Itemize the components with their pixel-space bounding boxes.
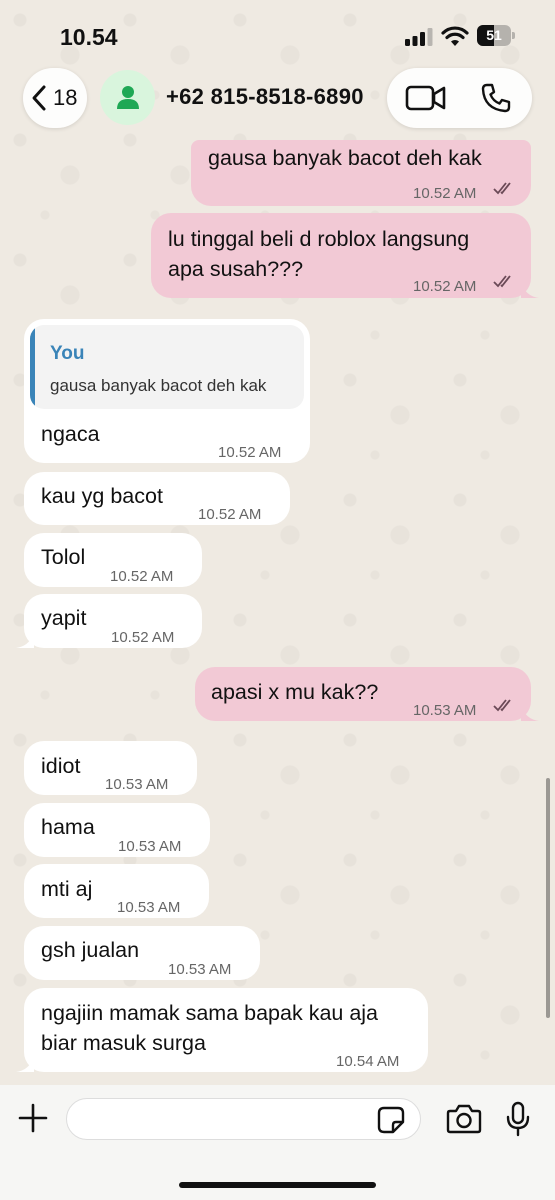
quoted-message[interactable]: You gausa banyak bacot deh kak: [30, 325, 304, 409]
quote-text: gausa banyak bacot deh kak: [50, 376, 267, 395]
unread-count: 18: [53, 85, 78, 110]
message-time: 10.52 AM: [110, 568, 174, 585]
call-actions: [387, 68, 532, 128]
back-chevron-icon: [32, 85, 46, 111]
camera-icon[interactable]: [446, 1103, 482, 1135]
microphone-icon[interactable]: [505, 1101, 531, 1137]
sticker-icon[interactable]: [376, 1105, 406, 1135]
incoming-message[interactable]: hama 10.53 AM: [24, 803, 210, 857]
incoming-message[interactable]: You gausa banyak bacot deh kak ngaca 10.…: [24, 319, 310, 463]
message-text: ngaca: [41, 422, 100, 446]
incoming-message[interactable]: ngajiin mamak sama bapak kau aja biar ma…: [16, 988, 428, 1072]
incoming-message[interactable]: kau yg bacot 10.52 AM: [24, 472, 290, 525]
message-time: 10.54 AM: [336, 1053, 400, 1070]
person-icon: [117, 86, 139, 109]
video-call-icon[interactable]: [405, 84, 447, 112]
message-time: 10.53 AM: [105, 776, 169, 793]
incoming-message[interactable]: gsh jualan 10.53 AM: [24, 926, 260, 980]
message-text-line-2: apa susah???: [168, 257, 304, 281]
input-bar: [0, 1085, 555, 1200]
bubble-tail: [16, 1056, 34, 1072]
read-receipt-icon: [493, 275, 511, 288]
message-text: gsh jualan: [41, 938, 140, 962]
message-input[interactable]: [66, 1098, 421, 1140]
bubble-tail: [521, 282, 539, 298]
message-text: mti aj: [41, 877, 93, 901]
outgoing-message[interactable]: lu tinggal beli d roblox langsung apa su…: [151, 213, 539, 298]
home-indicator: [179, 1182, 376, 1188]
battery-indicator: 51: [477, 25, 515, 46]
outgoing-message[interactable]: apasi x mu kak?? 10.53 AM: [195, 667, 539, 721]
message-time: 10.53 AM: [118, 838, 182, 855]
cellular-signal-icon: [405, 28, 433, 46]
message-text-line-1: lu tinggal beli d roblox langsung: [168, 227, 470, 251]
incoming-message[interactable]: mti aj 10.53 AM: [24, 864, 209, 918]
message-time: 10.53 AM: [168, 961, 232, 978]
message-text: yapit: [41, 606, 87, 630]
message-text: gausa banyak bacot deh kak: [208, 146, 482, 170]
outgoing-message[interactable]: gausa banyak bacot deh kak 10.52 AM: [191, 140, 531, 206]
bubble-tail: [521, 705, 539, 721]
message-time: 10.52 AM: [111, 629, 175, 646]
contact-name[interactable]: +62 815-8518-6890: [166, 84, 364, 110]
bubble-tail: [16, 632, 34, 648]
message-time: 10.52 AM: [198, 506, 262, 523]
incoming-message[interactable]: idiot 10.53 AM: [24, 741, 197, 795]
message-text-line-1: ngajiin mamak sama bapak kau aja: [41, 1001, 379, 1025]
battery-icon: 51: [477, 25, 511, 46]
status-time: 10.54: [60, 24, 118, 50]
contact-avatar[interactable]: [100, 70, 155, 125]
message-time: 10.52 AM: [218, 444, 282, 461]
incoming-message[interactable]: Tolol 10.52 AM: [24, 533, 202, 587]
message-text: idiot: [41, 754, 81, 778]
message-text: hama: [41, 815, 95, 839]
message-text: kau yg bacot: [41, 484, 163, 508]
message-text: Tolol: [41, 545, 86, 569]
message-text-line-2: biar masuk surga: [41, 1031, 206, 1055]
incoming-message[interactable]: yapit 10.52 AM: [16, 594, 202, 648]
message-text: apasi x mu kak??: [211, 680, 379, 704]
read-receipt-icon: [493, 699, 511, 712]
message-time: 10.53 AM: [413, 702, 477, 719]
message-time: 10.53 AM: [117, 899, 181, 916]
status-bar: 10.54 51: [0, 0, 555, 68]
quote-author: You: [50, 343, 85, 364]
quote-accent-bar: [30, 325, 35, 409]
wifi-icon: [441, 26, 469, 46]
phone-icon[interactable]: [480, 82, 512, 114]
message-time: 10.52 AM: [413, 185, 477, 202]
message-time: 10.52 AM: [413, 278, 477, 295]
battery-level: 51: [486, 27, 502, 43]
chat-scrollbar[interactable]: [546, 778, 550, 1018]
back-button[interactable]: 18: [23, 68, 87, 128]
battery-tip: [512, 32, 515, 39]
plus-icon[interactable]: [18, 1103, 48, 1133]
read-receipt-icon: [493, 182, 511, 195]
